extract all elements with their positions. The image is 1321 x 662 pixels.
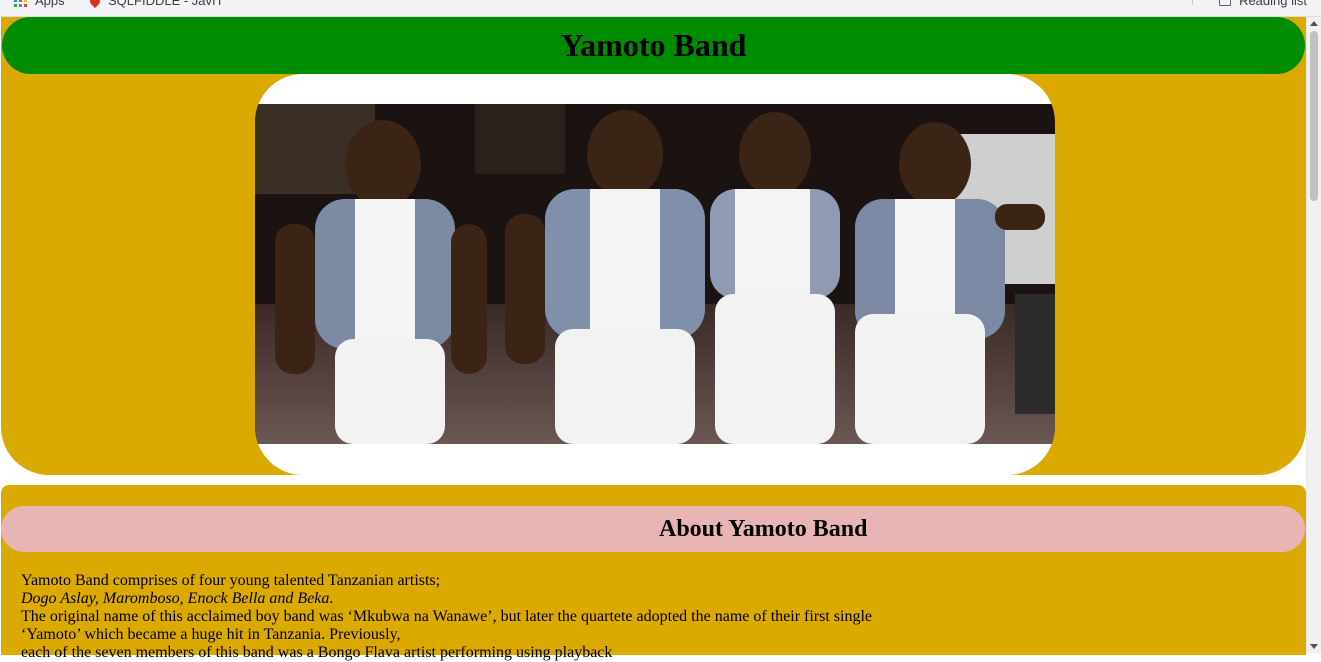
bookmark-apps[interactable]: Apps <box>14 0 65 8</box>
bookmarks-bar: Apps SQLFIDDLE - JavIT Reading list <box>0 0 1321 17</box>
about-line: Dogo Aslay, Maromboso, Enock Bella and B… <box>21 590 334 607</box>
bookmark-apps-label: Apps <box>35 0 65 8</box>
reading-list-icon <box>1219 0 1232 6</box>
hero-section: Yamoto Band <box>1 17 1306 475</box>
site-header: Yamoto Band <box>2 17 1305 74</box>
band-photo-frame <box>255 74 1055 475</box>
scroll-up-icon[interactable] <box>1310 21 1318 26</box>
about-line: The original name of this acclaimed boy … <box>21 608 873 625</box>
bookmarks-divider <box>1192 0 1193 5</box>
about-section: About Yamoto Band Yamoto Band comprises … <box>1 485 1306 661</box>
scroll-down-icon[interactable] <box>1310 644 1318 649</box>
about-line: each of the seven members of this band w… <box>21 644 613 661</box>
bookmark-sqlfiddle-label: SQLFIDDLE - JavIT <box>108 0 224 8</box>
vertical-scrollbar[interactable] <box>1306 17 1321 653</box>
about-header: About Yamoto Band <box>1 506 1305 552</box>
about-title: About Yamoto Band <box>659 516 868 542</box>
reading-list-label: Reading list <box>1239 0 1307 8</box>
about-line: Yamoto Band comprises of four young tale… <box>21 572 441 589</box>
scrollbar-thumb[interactable] <box>1310 31 1318 201</box>
apps-grid-icon <box>14 0 27 7</box>
map-pin-icon <box>87 0 103 8</box>
about-text: Yamoto Band comprises of four young tale… <box>21 572 1281 662</box>
member-names: Dogo Aslay, Maromboso, Enock Bella and B… <box>21 590 330 607</box>
about-line: ‘Yamoto’ which became a huge hit in Tanz… <box>21 626 401 643</box>
band-photo <box>255 104 1055 444</box>
reading-list-button[interactable]: Reading list <box>1219 0 1307 8</box>
bookmark-sqlfiddle[interactable]: SQLFIDDLE - JavIT <box>87 0 224 8</box>
page-title: Yamoto Band <box>560 27 747 63</box>
